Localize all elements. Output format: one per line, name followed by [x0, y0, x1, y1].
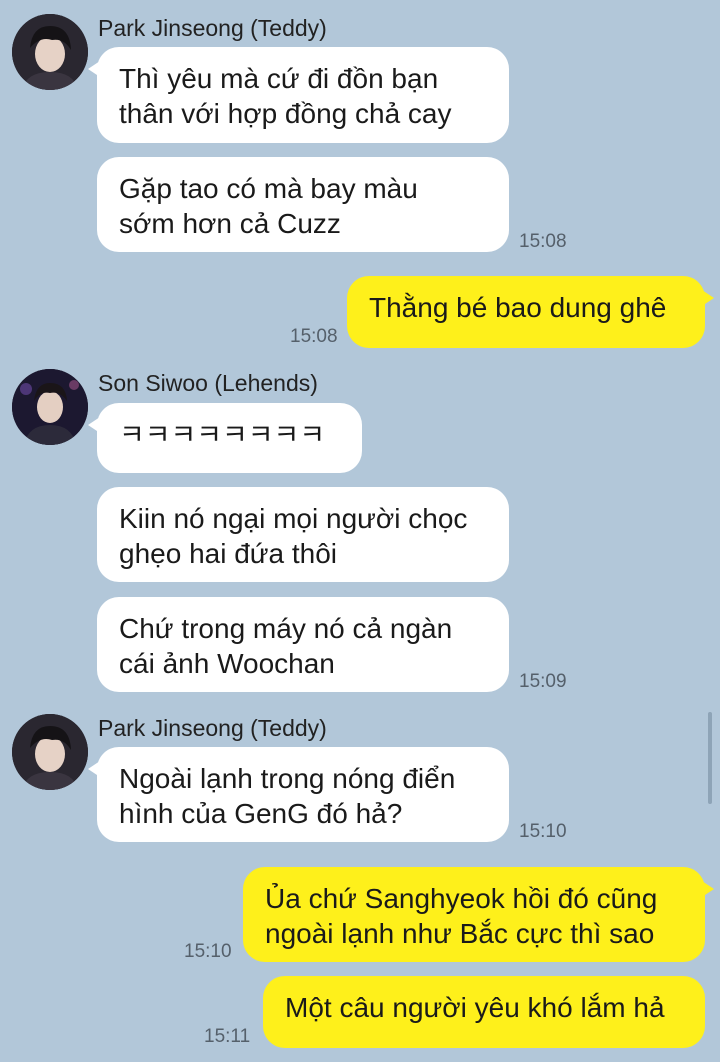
message-line: sớm hơn cả Cuzz: [119, 208, 341, 239]
my-message-bubble[interactable]: Ủa chứ Sanghyeok hồi đó cũng ngoài lạnh …: [243, 867, 714, 962]
message-bubble[interactable]: Kiin nó ngại mọi người chọc ghẹo hai đứa…: [97, 487, 509, 582]
avatar[interactable]: [12, 14, 88, 90]
sender-name: Park Jinseong (Teddy): [98, 15, 327, 41]
profile-avatar-icon: [12, 369, 88, 445]
sender-name: Son Siwoo (Lehends): [98, 370, 318, 396]
my-message-bubble[interactable]: Một câu người yêu khó lắm hả: [263, 976, 705, 1048]
message-bubble[interactable]: ㅋㅋㅋㅋㅋㅋㅋㅋ: [88, 403, 362, 473]
message-time: 15:09: [519, 671, 567, 692]
message-time: 15:10: [519, 821, 567, 842]
message-line: Thì yêu mà cứ đi đồn bạn: [119, 63, 439, 94]
message-text: Thằng bé bao dung ghê: [369, 292, 667, 323]
message-line: Kiin nó ngại mọi người chọc: [119, 503, 468, 534]
message-text: ㅋㅋㅋㅋㅋㅋㅋㅋ: [119, 419, 326, 450]
message-time: 15:08: [519, 231, 567, 252]
message-line: Ngoài lạnh trong nóng điển: [119, 763, 456, 794]
message-time: 15:08: [290, 326, 338, 347]
sender-name: Park Jinseong (Teddy): [98, 715, 327, 741]
message-time: 15:11: [204, 1026, 251, 1047]
message-line: ghẹo hai đứa thôi: [119, 538, 338, 569]
message-text: Một câu người yêu khó lắm hả: [285, 992, 665, 1023]
message-line: Ủa chứ Sanghyeok hồi đó cũng: [265, 883, 658, 914]
message-bubble[interactable]: Ngoài lạnh trong nóng điển hình của GenG…: [88, 747, 509, 842]
message-line: thân với hợp đồng chả cay: [119, 98, 452, 129]
profile-avatar-icon: [12, 714, 88, 790]
message-line: Gặp tao có mà bay màu: [119, 173, 418, 204]
avatar[interactable]: [12, 369, 88, 445]
my-message-bubble[interactable]: Thằng bé bao dung ghê: [347, 276, 714, 348]
message-line: ngoài lạnh như Bắc cực thì sao: [265, 918, 655, 949]
message-line: Chứ trong máy nó cả ngàn: [119, 613, 453, 644]
message-line: hình của GenG đó hả?: [119, 798, 403, 829]
message-bubble[interactable]: Chứ trong máy nó cả ngàn cái ảnh Woochan: [97, 597, 509, 692]
profile-avatar-icon: [12, 14, 88, 90]
message-time: 15:10: [184, 941, 232, 962]
message-bubble[interactable]: Gặp tao có mà bay màu sớm hơn cả Cuzz: [97, 157, 509, 252]
message-bubble[interactable]: Thì yêu mà cứ đi đồn bạn thân với hợp đồ…: [88, 47, 509, 143]
scrollbar[interactable]: [708, 712, 712, 804]
avatar[interactable]: [12, 714, 88, 790]
message-line: cái ảnh Woochan: [119, 648, 335, 679]
